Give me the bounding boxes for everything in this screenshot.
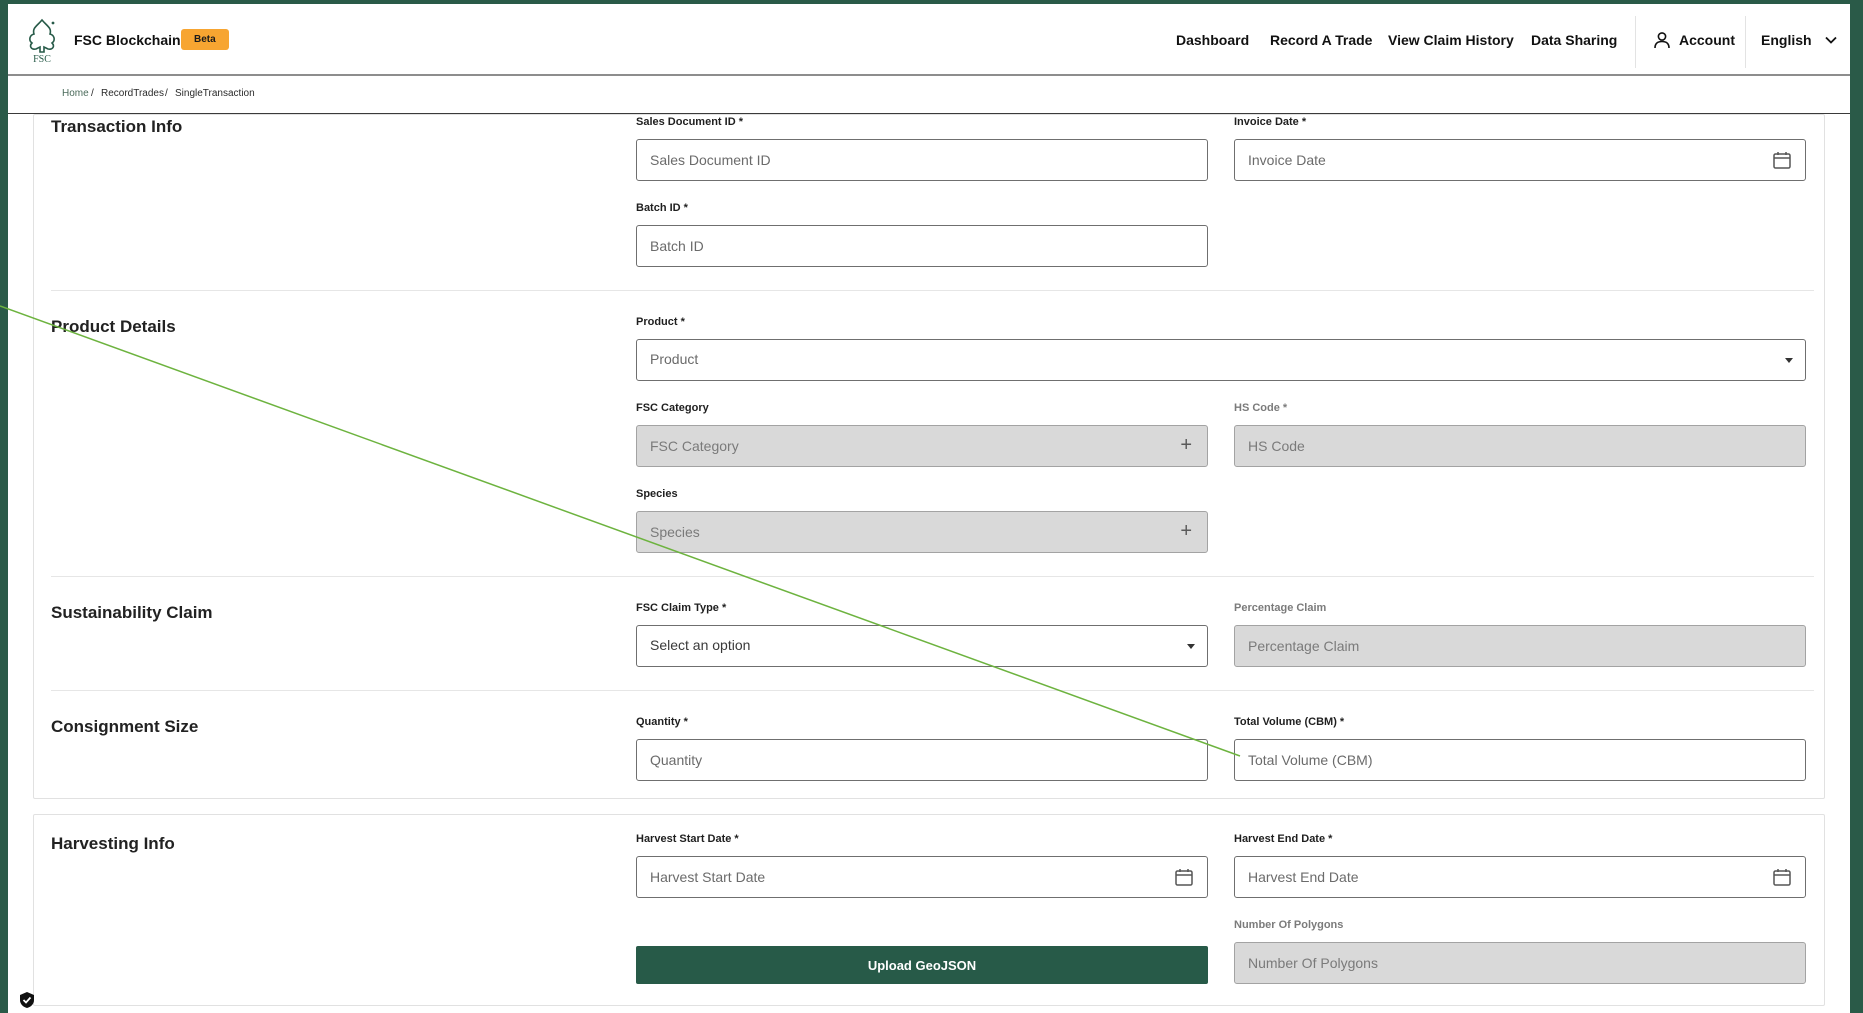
caret-down-icon [1785,358,1793,363]
nav-dashboard[interactable]: Dashboard [1176,4,1249,76]
shield-check-icon[interactable] [18,991,36,1009]
breadcrumb-separator: / [165,88,168,99]
invoice-date-wrapper [1234,139,1806,181]
account-label: Account [1679,32,1735,48]
product-select-value: Product [650,351,699,367]
quantity-label: Quantity * [636,716,688,728]
percentage-claim-label: Percentage Claim [1234,602,1327,614]
calendar-icon[interactable] [1772,867,1792,887]
user-icon [1654,32,1670,49]
nav-data-sharing[interactable]: Data Sharing [1531,4,1617,76]
plus-icon[interactable]: + [1180,433,1192,457]
fsc-tree-logo-icon: FSC [29,18,55,64]
section-title-sustainability-claim: Sustainability Claim [51,603,213,622]
beta-badge: Beta [181,29,229,50]
fsc-category-wrapper: + [636,425,1208,467]
svg-text:FSC: FSC [33,54,51,64]
fsc-category-label: FSC Category [636,402,709,414]
calendar-icon[interactable] [1772,150,1792,170]
section-divider [51,290,1814,291]
harvest-end-date-wrapper [1234,856,1806,898]
breadcrumb-record-trades[interactable]: RecordTrades [101,88,164,99]
total-volume-wrapper [1234,739,1806,781]
section-divider [51,690,1814,691]
upload-geojson-button[interactable]: Upload GeoJSON [636,946,1208,984]
sales-document-id-label: Sales Document ID * [636,116,743,128]
percentage-claim-wrapper [1234,625,1806,667]
nav-record-a-trade[interactable]: Record A Trade [1270,4,1372,76]
fsc-claim-type-label: FSC Claim Type * [636,602,727,614]
batch-id-label: Batch ID * [636,202,688,214]
fsc-claim-type-value: Select an option [650,637,751,653]
language-label: English [1761,32,1812,48]
harvest-start-date-input[interactable] [636,856,1208,898]
section-title-transaction-info: Transaction Info [51,117,183,136]
nav-divider [1635,16,1636,68]
breadcrumb-separator: / [91,88,94,99]
hs-code-input[interactable] [1234,425,1806,467]
top-navigation-bar: FSC FSC Blockchain Beta Dashboard Record… [8,4,1850,76]
species-wrapper: + [636,511,1208,553]
product-select[interactable]: Product [636,339,1806,381]
breadcrumb-home[interactable]: Home [62,88,89,99]
section-divider [51,576,1814,577]
app-window: FSC FSC Blockchain Beta Dashboard Record… [8,4,1850,1013]
invoice-date-input[interactable] [1234,139,1806,181]
section-title-product-details: Product Details [51,317,176,336]
harvest-end-date-input[interactable] [1234,856,1806,898]
batch-id-input[interactable] [636,225,1208,267]
breadcrumb-current: SingleTransaction [175,88,255,99]
harvest-end-date-label: Harvest End Date * [1234,833,1333,845]
species-input[interactable] [636,511,1208,553]
species-label: Species [636,488,678,500]
nav-account[interactable]: Account [1653,4,1735,76]
number-of-polygons-wrapper [1234,942,1806,984]
sales-document-id-wrapper [636,139,1208,181]
caret-down-icon [1187,644,1195,649]
total-volume-label: Total Volume (CBM) * [1234,716,1345,728]
fsc-claim-type-select[interactable]: Select an option [636,625,1208,667]
section-title-consignment-size: Consignment Size [51,717,199,736]
percentage-claim-input[interactable] [1234,625,1806,667]
chevron-down-icon [1824,36,1837,44]
quantity-wrapper [636,739,1208,781]
nav-view-claim-history[interactable]: View Claim History [1388,4,1514,76]
language-selector[interactable]: English [1761,4,1838,76]
hs-code-wrapper [1234,425,1806,467]
sales-document-id-input[interactable] [636,139,1208,181]
number-of-polygons-label: Number Of Polygons [1234,919,1344,931]
plus-icon[interactable]: + [1180,519,1192,543]
invoice-date-label: Invoice Date * [1234,116,1307,128]
number-of-polygons-input[interactable] [1234,942,1806,984]
quantity-input[interactable] [636,739,1208,781]
product-label: Product * [636,316,685,328]
harvest-start-date-label: Harvest Start Date * [636,833,739,845]
fsc-category-input[interactable] [636,425,1208,467]
total-volume-input[interactable] [1234,739,1806,781]
brand-name: FSC Blockchain [74,32,181,48]
nav-divider [1745,16,1746,68]
batch-id-wrapper [636,225,1208,267]
breadcrumb: Home / RecordTrades / SingleTransaction [8,76,1850,114]
section-title-harvesting-info: Harvesting Info [51,834,175,853]
calendar-icon[interactable] [1174,867,1194,887]
fsc-logo[interactable]: FSC [22,16,62,64]
hs-code-label: HS Code * [1234,402,1288,414]
harvest-start-date-wrapper [636,856,1208,898]
